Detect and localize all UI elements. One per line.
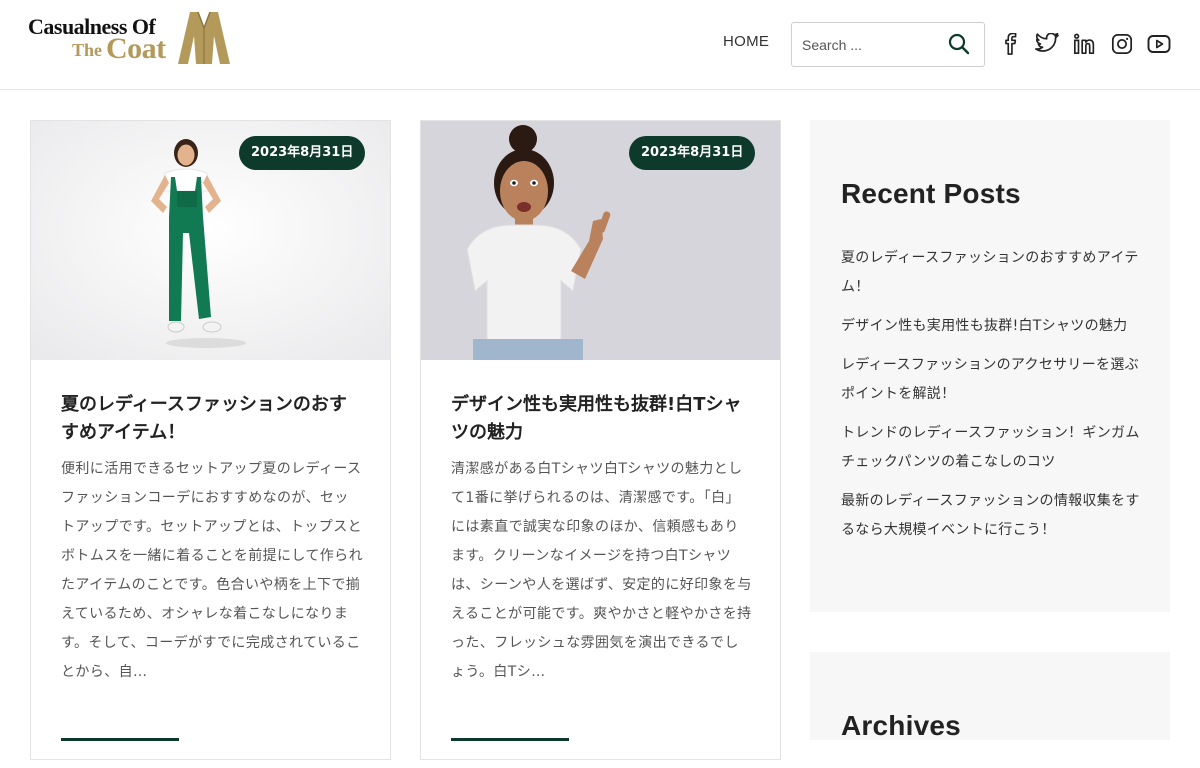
logo-text-coat: Coat	[106, 32, 166, 65]
recent-posts-widget: Recent Posts 夏のレディースファッションのおすすめアイテム！ デザイ…	[810, 120, 1170, 612]
instagram-icon[interactable]	[1109, 31, 1135, 57]
post-card: 2023年8月31日 デザイン性も実用性も抜群!白Tシャツの魅力 清潔感がある白…	[420, 120, 781, 760]
read-more-button[interactable]	[451, 738, 569, 768]
linkedin-icon[interactable]	[1071, 31, 1097, 57]
facebook-icon[interactable]	[998, 31, 1024, 57]
nav-home-link[interactable]: HOME	[723, 33, 769, 50]
post-date-badge: 2023年8月31日	[239, 136, 366, 170]
coat-logo-icon	[178, 11, 230, 64]
archives-title: Archives	[841, 710, 961, 741]
logo-text-the: The	[72, 40, 103, 60]
recent-post-link[interactable]: 最新のレディースファッションの情報収集をするなら大規模イベントに行こう！	[841, 487, 1141, 545]
recent-posts-title: Recent Posts	[841, 178, 1021, 209]
search-box	[791, 22, 985, 67]
read-more-button[interactable]	[61, 738, 179, 768]
recent-post-link[interactable]: デザイン性も実用性も抜群!白Tシャツの魅力	[841, 312, 1141, 341]
post-title[interactable]: デザイン性も実用性も抜群!白Tシャツの魅力	[451, 391, 751, 447]
recent-post-link[interactable]: 夏のレディースファッションのおすすめアイテム！	[841, 244, 1141, 302]
post-thumbnail[interactable]: 2023年8月31日	[421, 121, 780, 360]
site-header: Casualness Of The Coat HOME	[0, 0, 1200, 90]
youtube-icon[interactable]	[1146, 31, 1172, 57]
archives-widget: Archives	[810, 652, 1170, 741]
recent-post-link[interactable]: レディースファッションのアクセサリーを選ぶポイントを解説！	[841, 351, 1141, 409]
post-title[interactable]: 夏のレディースファッションのおすすめアイテム！	[61, 391, 361, 447]
post-excerpt: 清潔感がある白Tシャツ白Tシャツの魅力として1番に挙げられるのは、清潔感です。「…	[451, 461, 752, 680]
post-card: 2023年8月31日 夏のレディースファッションのおすすめアイテム！ 便利に活用…	[30, 120, 391, 760]
search-input[interactable]	[802, 34, 942, 56]
recent-post-link[interactable]: トレンドのレディースファッション！ギンガムチェックパンツの着こなしのコツ	[841, 419, 1141, 477]
post-thumbnail[interactable]: 2023年8月31日	[31, 121, 390, 360]
search-icon[interactable]	[948, 33, 970, 55]
post-excerpt: 便利に活用できるセットアップ夏のレディースファッションコーデにおすすめなのが、セ…	[61, 461, 363, 680]
recent-posts-list: 夏のレディースファッションのおすすめアイテム！ デザイン性も実用性も抜群!白Tシ…	[841, 244, 1141, 555]
twitter-icon[interactable]	[1034, 31, 1060, 57]
site-logo[interactable]: Casualness Of The Coat	[28, 10, 238, 72]
post-date-badge: 2023年8月31日	[629, 136, 756, 170]
